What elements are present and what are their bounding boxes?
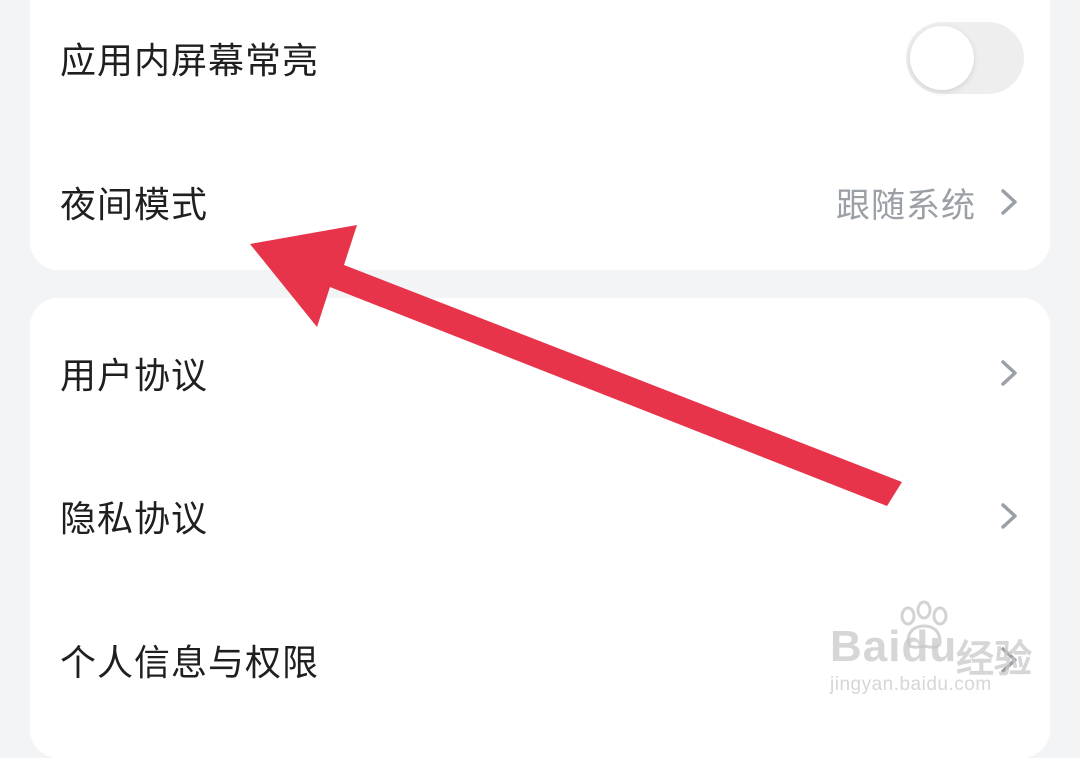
privacy-agreement-label: 隐私协议 — [60, 499, 209, 540]
chevron-right-icon — [1001, 503, 1017, 529]
user-agreement-row[interactable]: 用户协议 — [30, 323, 1050, 423]
keep-screen-on-toggle[interactable] — [906, 22, 1024, 94]
user-agreement-label: 用户协议 — [60, 356, 209, 397]
night-mode-label: 夜间模式 — [60, 185, 209, 226]
privacy-agreement-row[interactable]: 隐私协议 — [30, 466, 1050, 566]
settings-card-legal: 用户协议 隐私协议 个人信息与权限 — [30, 298, 1050, 758]
keep-screen-on-label: 应用内屏幕常亮 — [60, 41, 320, 82]
chevron-right-icon — [1001, 189, 1017, 215]
settings-card-display: 应用内屏幕常亮 夜间模式 跟随系统 — [30, 0, 1050, 270]
keep-screen-on-row[interactable]: 应用内屏幕常亮 — [30, 8, 1050, 108]
night-mode-value: 跟随系统 — [836, 185, 976, 226]
night-mode-row[interactable]: 夜间模式 跟随系统 — [30, 152, 1050, 252]
chevron-right-icon — [1001, 647, 1017, 673]
personal-info-permissions-label: 个人信息与权限 — [60, 643, 320, 684]
personal-info-permissions-row[interactable]: 个人信息与权限 — [30, 610, 1050, 710]
chevron-right-icon — [1001, 360, 1017, 386]
toggle-knob — [910, 26, 974, 90]
